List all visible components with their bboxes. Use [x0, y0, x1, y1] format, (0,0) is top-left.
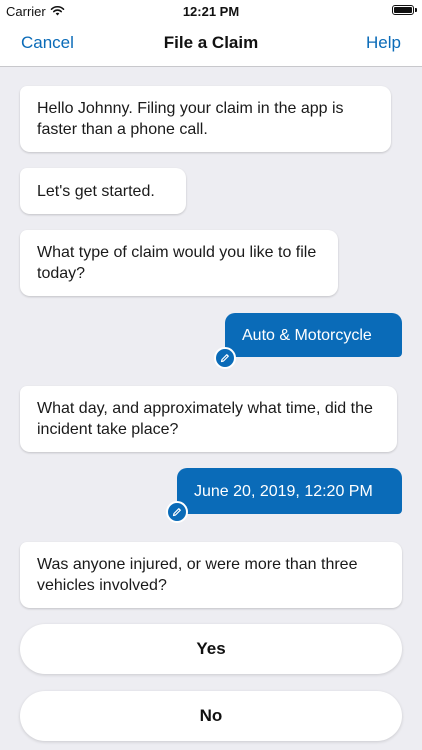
pencil-icon [172, 508, 181, 517]
bot-message: Hello Johnny. Filing your claim in the a… [20, 86, 391, 152]
user-message: Auto & Motorcycle [225, 313, 402, 357]
message-text: Auto & Motorcycle [242, 326, 372, 344]
chat-thread[interactable]: Hello Johnny. Filing your claim in the a… [0, 67, 422, 750]
user-message: June 20, 2019, 12:20 PM [177, 468, 402, 514]
battery-nub [415, 8, 417, 12]
message-text: Was anyone injured, or were more than th… [37, 556, 358, 594]
bot-message: What type of claim would you like to fil… [20, 230, 338, 296]
edit-answer-button[interactable] [166, 501, 188, 523]
status-time: 12:21 PM [182, 4, 240, 19]
pencil-icon [220, 354, 229, 363]
message-text: June 20, 2019, 12:20 PM [194, 482, 373, 500]
message-text: Let's get started. [37, 182, 155, 200]
status-bar: Carrier 12:21 PM [0, 0, 422, 22]
help-button[interactable]: Help [366, 33, 401, 53]
page-title: File a Claim [163, 33, 259, 52]
yes-button[interactable]: Yes [20, 624, 402, 674]
no-label: No [199, 706, 223, 725]
navigation-bar: Cancel File a Claim Help [0, 22, 422, 67]
yes-label: Yes [196, 639, 226, 658]
message-text: Hello Johnny. Filing your claim in the a… [37, 100, 344, 138]
edit-answer-button[interactable] [214, 347, 236, 369]
bot-message: Was anyone injured, or were more than th… [20, 542, 402, 608]
message-text: What type of claim would you like to fil… [37, 244, 317, 282]
battery-icon [392, 5, 414, 15]
bot-message: Let's get started. [20, 168, 186, 214]
bot-message: What day, and approximately what time, d… [20, 386, 397, 452]
no-button[interactable]: No [20, 691, 402, 741]
message-text: What day, and approximately what time, d… [37, 400, 373, 438]
